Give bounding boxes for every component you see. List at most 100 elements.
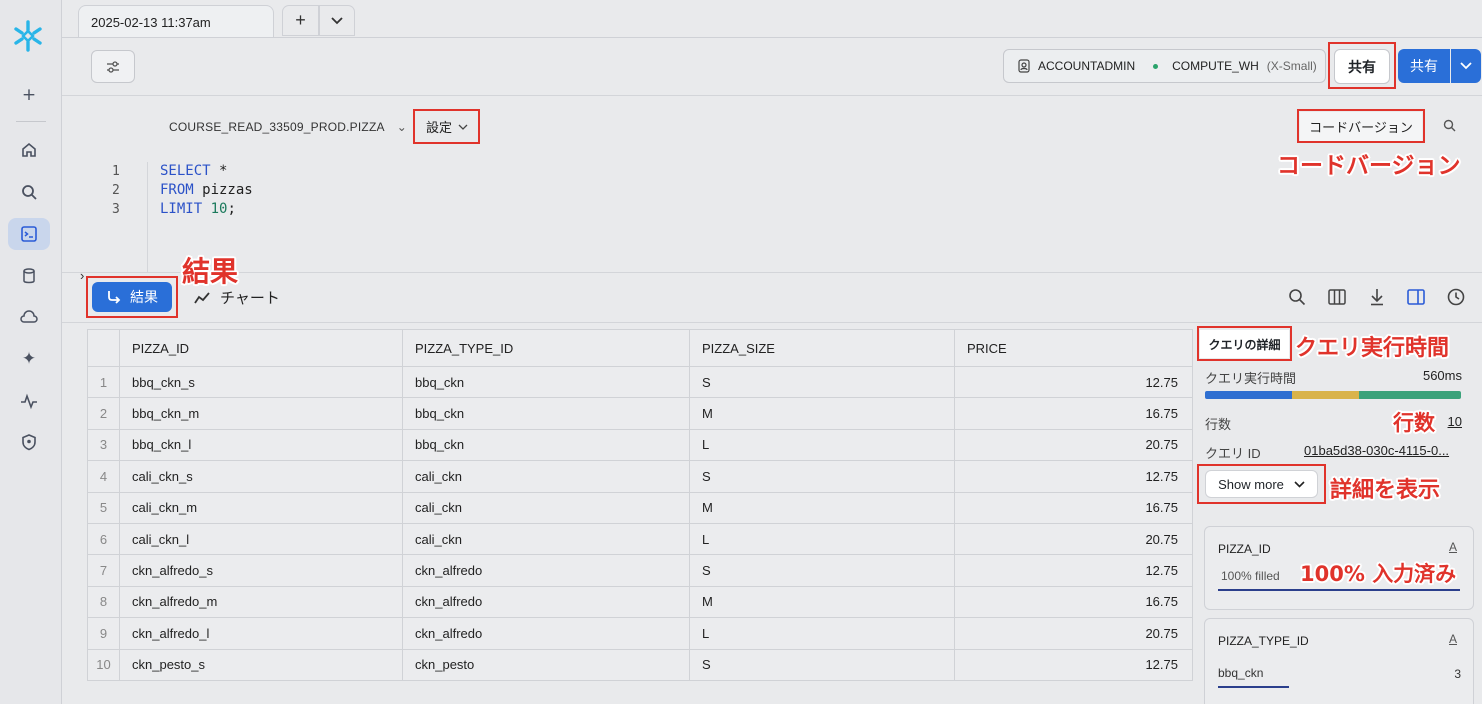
table-cell[interactable]: 12.75 — [954, 365, 1193, 399]
table-row[interactable]: 6 cali_ckn_l cali_ckn L 20.75 — [87, 522, 1193, 556]
snowflake-logo-icon[interactable] — [10, 18, 46, 54]
role-warehouse-selector[interactable]: ACCOUNTADMIN COMPUTE_WH (X-Small) — [1003, 49, 1326, 83]
database-icon[interactable] — [14, 261, 44, 291]
row-number: 8 — [87, 585, 120, 619]
table-cell[interactable]: 16.75 — [954, 397, 1193, 430]
table-row[interactable]: 4 cali_ckn_s cali_ckn S 12.75 — [87, 460, 1193, 493]
table-row[interactable]: 7 ckn_alfredo_s ckn_alfredo S 12.75 — [87, 554, 1193, 587]
row-number: 5 — [87, 491, 120, 524]
query-id-link[interactable]: 01ba5d38-030c-4115-0... — [1304, 443, 1449, 458]
left-nav-rail: + ✦ — [0, 0, 62, 704]
table-cell[interactable]: 16.75 — [954, 491, 1193, 524]
table-cell[interactable]: ckn_alfredo_m — [119, 585, 403, 619]
side-panel-toggle-icon[interactable] — [1405, 286, 1427, 308]
table-cell[interactable]: 20.75 — [954, 617, 1193, 650]
code-line-1[interactable]: SELECT * — [160, 163, 227, 179]
history-clock-icon[interactable] — [1445, 286, 1467, 308]
collapse-sidebar-icon[interactable]: › — [80, 268, 84, 283]
table-row[interactable]: 1 bbq_ckn_s bbq_ckn S 12.75 — [87, 365, 1193, 399]
editor-search-icon[interactable] — [1443, 119, 1456, 135]
column-stats-name: PIZZA_TYPE_ID — [1218, 634, 1309, 648]
table-cell[interactable]: S — [689, 648, 955, 681]
columns-icon[interactable] — [1326, 286, 1348, 308]
cloud-icon[interactable] — [14, 302, 44, 332]
table-cell[interactable]: ckn_pesto_s — [119, 648, 403, 681]
worksheet-tab[interactable]: 2025-02-13 11:37am — [78, 5, 274, 38]
table-cell[interactable]: cali_ckn_l — [119, 522, 403, 556]
table-cell[interactable]: cali_ckn — [402, 460, 690, 493]
table-cell[interactable]: cali_ckn_m — [119, 491, 403, 524]
table-cell[interactable]: L — [689, 522, 955, 556]
rows-value[interactable]: 10 — [1448, 414, 1462, 429]
ai-sparkle-icon[interactable]: ✦ — [14, 344, 44, 374]
new-tab-button[interactable]: + — [282, 5, 319, 36]
table-cell[interactable]: ckn_alfredo — [402, 617, 690, 650]
column-stats-card[interactable]: PIZZA_TYPE_ID A bbq_ckn 3 — [1204, 618, 1474, 704]
code-line-3[interactable]: LIMIT 10; — [160, 201, 236, 217]
table-row[interactable]: 3 bbq_ckn_l bbq_ckn L 20.75 — [87, 428, 1193, 462]
activity-icon[interactable] — [14, 386, 44, 416]
table-cell[interactable]: S — [689, 365, 955, 399]
results-highlight — [86, 276, 178, 318]
database-schema-selector[interactable]: COURSE_READ_33509_PROD.PIZZA ⌄ — [169, 120, 407, 134]
sql-text: pizzas — [193, 182, 253, 198]
table-cell[interactable]: S — [689, 554, 955, 587]
table-cell[interactable]: ckn_alfredo — [402, 585, 690, 619]
table-cell[interactable]: bbq_ckn_s — [119, 365, 403, 399]
table-cell[interactable]: 16.75 — [954, 585, 1193, 619]
show-more-highlight — [1197, 464, 1326, 504]
column-stats-fill: 100% filled — [1221, 569, 1280, 583]
table-cell[interactable]: L — [689, 617, 955, 650]
table-cell[interactable]: bbq_ckn — [402, 365, 690, 399]
table-cell[interactable]: 12.75 — [954, 648, 1193, 681]
table-cell[interactable]: M — [689, 397, 955, 430]
table-cell[interactable]: L — [689, 428, 955, 462]
code-line-2[interactable]: FROM pizzas — [160, 182, 253, 198]
results-search-icon[interactable] — [1286, 286, 1308, 308]
column-header[interactable]: PIZZA_ID — [119, 329, 403, 367]
download-icon[interactable] — [1366, 286, 1388, 308]
chart-tab[interactable]: チャート — [194, 287, 280, 308]
table-cell[interactable]: bbq_ckn_m — [119, 397, 403, 430]
table-cell[interactable]: ckn_alfredo_l — [119, 617, 403, 650]
chevron-down-icon: ⌄ — [396, 120, 407, 134]
table-row[interactable]: 5 cali_ckn_m cali_ckn M 16.75 — [87, 491, 1193, 524]
exec-time-value: 560ms — [1422, 368, 1462, 383]
table-row[interactable]: 8 ckn_alfredo_m ckn_alfredo M 16.75 — [87, 585, 1193, 619]
search-icon[interactable] — [14, 177, 44, 207]
table-cell[interactable]: bbq_ckn — [402, 397, 690, 430]
toolbar-divider — [62, 95, 1482, 96]
home-icon[interactable] — [14, 135, 44, 165]
table-row[interactable]: 2 bbq_ckn_m bbq_ckn M 16.75 — [87, 397, 1193, 430]
share-dropdown-button[interactable] — [1451, 49, 1481, 83]
add-icon[interactable]: + — [14, 80, 44, 110]
table-cell[interactable]: M — [689, 491, 955, 524]
annotation-show-details: 詳細を表示 — [1330, 478, 1441, 503]
sql-keyword: FROM — [160, 182, 194, 198]
column-header[interactable]: PIZZA_SIZE — [689, 329, 955, 367]
line-number: 3 — [112, 202, 120, 217]
worksheets-icon[interactable] — [8, 218, 50, 250]
table-cell[interactable]: bbq_ckn_l — [119, 428, 403, 462]
column-header[interactable]: PRICE — [954, 329, 1193, 367]
table-cell[interactable]: cali_ckn — [402, 491, 690, 524]
tab-menu-button[interactable] — [319, 5, 355, 36]
column-header[interactable]: PIZZA_TYPE_ID — [402, 329, 690, 367]
table-row[interactable]: 10 ckn_pesto_s ckn_pesto S 12.75 — [87, 648, 1193, 681]
table-cell[interactable]: 20.75 — [954, 428, 1193, 462]
share-primary-button[interactable]: 共有 — [1398, 49, 1450, 83]
table-cell[interactable]: ckn_pesto — [402, 648, 690, 681]
table-cell[interactable]: M — [689, 585, 955, 619]
table-cell[interactable]: 12.75 — [954, 460, 1193, 493]
table-cell[interactable]: bbq_ckn — [402, 428, 690, 462]
admin-shield-icon[interactable] — [14, 427, 44, 457]
table-cell[interactable]: ckn_alfredo — [402, 554, 690, 587]
table-cell[interactable]: ckn_alfredo_s — [119, 554, 403, 587]
table-cell[interactable]: 20.75 — [954, 522, 1193, 556]
table-cell[interactable]: cali_ckn_s — [119, 460, 403, 493]
filter-settings-button[interactable] — [91, 50, 135, 83]
table-cell[interactable]: cali_ckn — [402, 522, 690, 556]
table-cell[interactable]: S — [689, 460, 955, 493]
table-cell[interactable]: 12.75 — [954, 554, 1193, 587]
table-row[interactable]: 9 ckn_alfredo_l ckn_alfredo L 20.75 — [87, 617, 1193, 650]
